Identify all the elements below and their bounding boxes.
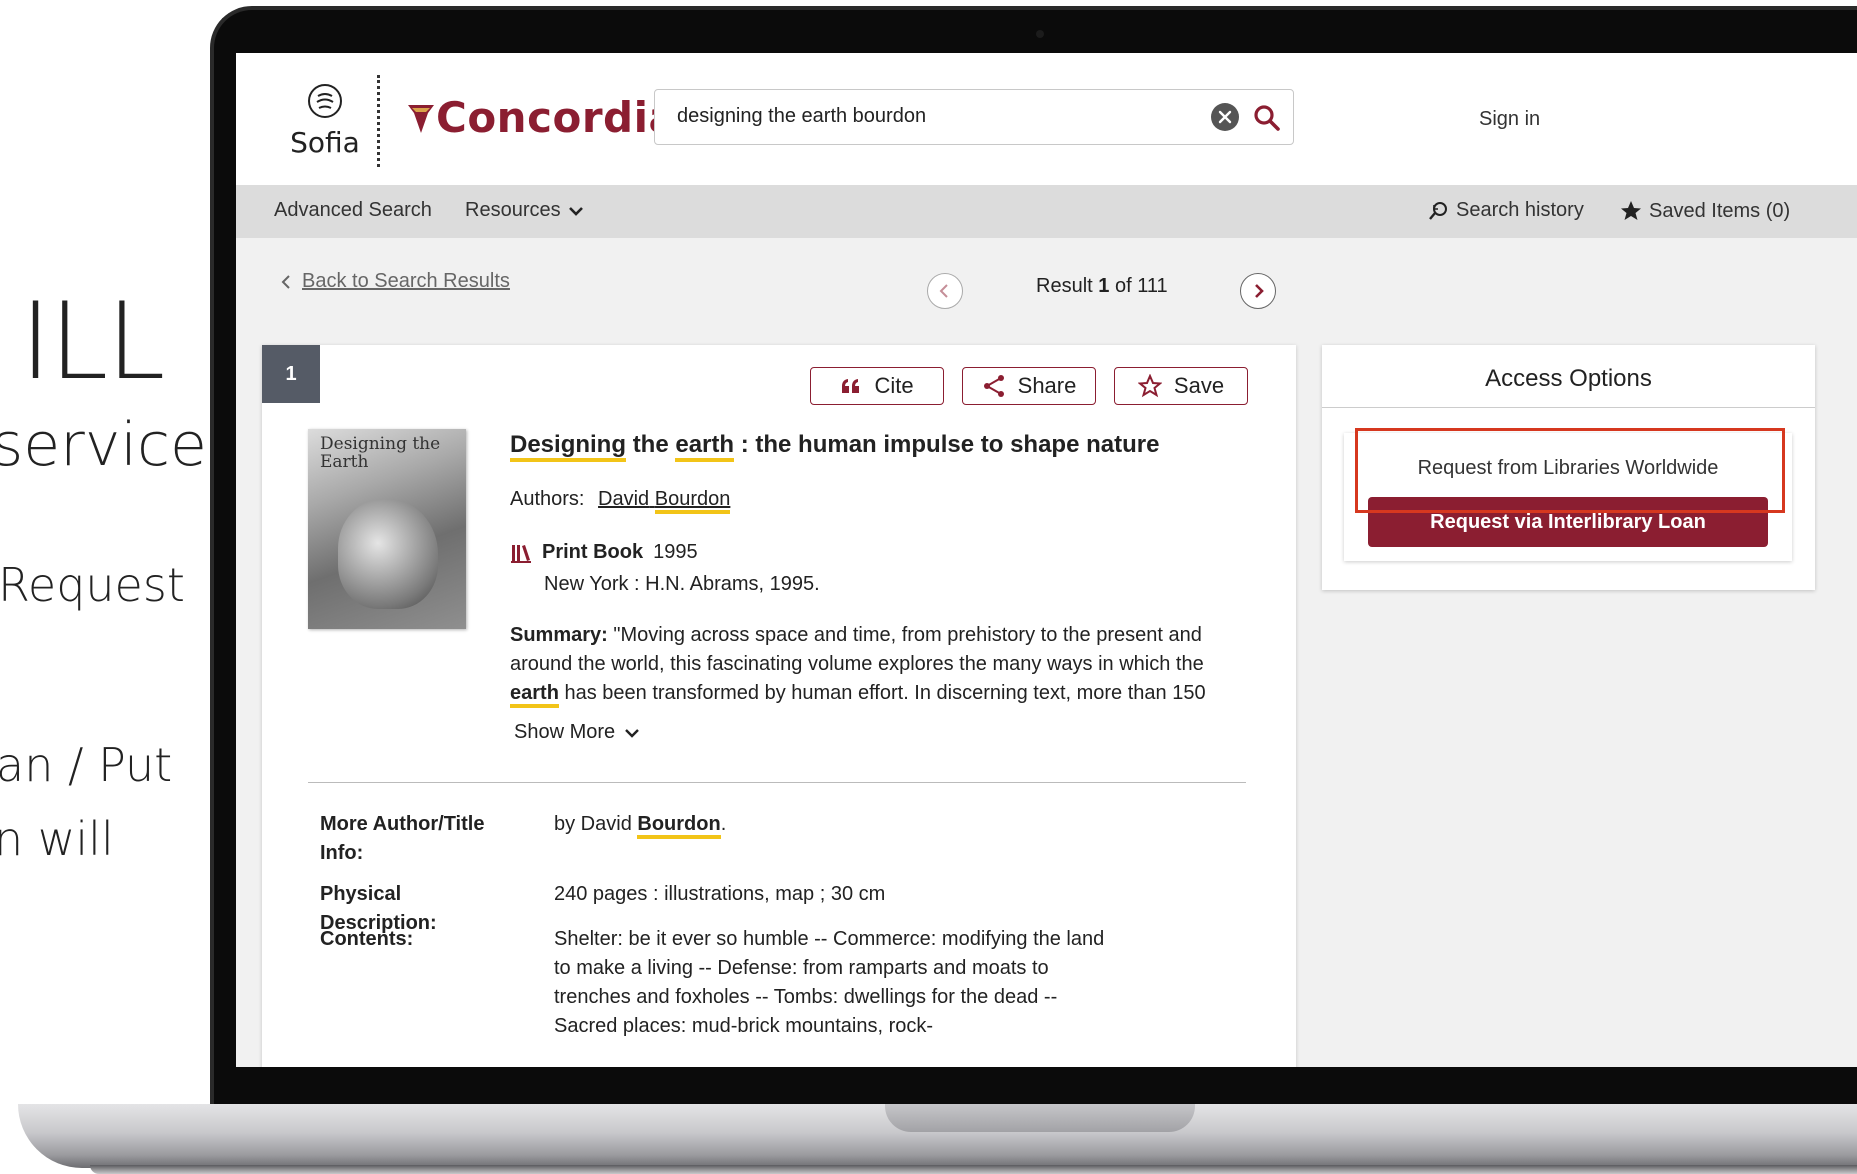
cite-button[interactable]: Cite bbox=[810, 367, 944, 405]
more-info-suffix: . bbox=[720, 813, 727, 835]
cite-label: Cite bbox=[874, 373, 914, 398]
format-label: Print Book bbox=[542, 541, 644, 563]
cover-sculpture bbox=[338, 499, 438, 609]
title-word-designing: Designing bbox=[510, 431, 627, 462]
record-index-badge: 1 bbox=[262, 345, 320, 403]
advanced-search-label: Advanced Search bbox=[274, 199, 432, 221]
title-rest: : the human impulse to shape nature bbox=[740, 431, 1160, 458]
author-first: David bbox=[598, 488, 650, 510]
authors-label: Authors: bbox=[510, 488, 585, 510]
save-label: Save bbox=[1173, 373, 1225, 398]
result-current: 1 bbox=[1098, 275, 1110, 297]
advanced-search-link[interactable]: Advanced Search bbox=[274, 199, 432, 222]
share-button[interactable]: Share bbox=[962, 367, 1096, 405]
slide-line-1: Request bbox=[0, 558, 185, 612]
cover-title: Designing the Earth bbox=[320, 434, 441, 472]
callout-highlight-box bbox=[1355, 428, 1785, 513]
access-options-title: Access Options bbox=[1485, 365, 1652, 392]
slide-subheading: service bbox=[0, 410, 207, 480]
previous-result-button[interactable] bbox=[927, 273, 963, 309]
quote-icon bbox=[842, 379, 860, 393]
chevron-left-icon bbox=[939, 284, 948, 298]
next-result-button[interactable] bbox=[1240, 273, 1276, 309]
publisher: New York : H.N. Abrams, 1995. bbox=[544, 573, 820, 595]
save-button[interactable]: Save bbox=[1114, 367, 1248, 405]
contents-label: Contents: bbox=[320, 928, 414, 950]
slide-heading: ILL bbox=[20, 280, 165, 403]
resources-menu[interactable]: Resources bbox=[465, 199, 585, 222]
share-icon bbox=[983, 375, 1004, 397]
summary-text-1: "Moving across space and time, from preh… bbox=[510, 624, 1204, 675]
history-search-icon bbox=[1429, 201, 1447, 220]
chevron-left-icon bbox=[281, 274, 290, 289]
more-info-prefix: by David bbox=[554, 813, 632, 835]
sofia-logo[interactable]: Sofia bbox=[288, 83, 362, 159]
record-title[interactable]: Designing the earth : the human impulse … bbox=[510, 431, 1160, 462]
camera-icon bbox=[1036, 30, 1044, 38]
slide-line-3: n will bbox=[0, 812, 114, 866]
logo-divider bbox=[377, 75, 380, 167]
chevron-right-icon bbox=[1255, 284, 1264, 298]
format-row: Print Book 1995 bbox=[510, 541, 698, 564]
back-to-results-link[interactable]: Back to Search Results bbox=[280, 270, 510, 293]
search-input[interactable]: designing the earth bourdon bbox=[677, 105, 926, 128]
clear-search-button[interactable] bbox=[1211, 103, 1239, 131]
chevron-down-icon bbox=[568, 206, 583, 216]
laptop-screen: Sofia Concordia designing the earth bour… bbox=[236, 53, 1857, 1067]
title-word-earth: earth bbox=[675, 431, 735, 462]
share-label: Share bbox=[1017, 373, 1077, 398]
search-button[interactable] bbox=[1251, 102, 1283, 134]
search-icon bbox=[1254, 105, 1280, 131]
more-info-value: by David Bourdon. bbox=[554, 810, 1214, 839]
summary-highlight: earth bbox=[510, 682, 559, 708]
site-header: Sofia Concordia designing the earth bour… bbox=[236, 53, 1857, 185]
book-icon bbox=[511, 544, 531, 563]
result-counter: Result 1 of 111 bbox=[1036, 275, 1168, 298]
concordia-logo[interactable]: Concordia bbox=[406, 93, 677, 142]
section-divider bbox=[308, 782, 1246, 783]
slide-line-2: an / Put bbox=[0, 738, 173, 792]
result-suffix: of 111 bbox=[1114, 275, 1168, 297]
search-box[interactable]: designing the earth bourdon bbox=[654, 89, 1294, 145]
laptop-notch bbox=[885, 1104, 1195, 1132]
saved-items-link[interactable]: Saved Items (0) bbox=[1619, 199, 1790, 223]
result-prefix: Result bbox=[1036, 275, 1093, 297]
show-more-label: Show More bbox=[514, 721, 616, 743]
sofia-label: Sofia bbox=[290, 126, 360, 159]
sign-in-link[interactable]: Sign in bbox=[1479, 108, 1540, 131]
saved-items-label: Saved Items (0) bbox=[1649, 199, 1791, 222]
brand-name: Concordia bbox=[436, 93, 678, 142]
authors-row: Authors: David Bourdon bbox=[510, 488, 731, 514]
concordia-shield-icon bbox=[408, 104, 434, 133]
nav-bar: Advanced Search Resources Search history… bbox=[236, 185, 1857, 238]
resources-label: Resources bbox=[465, 199, 561, 221]
author-last: Bourdon bbox=[654, 488, 731, 514]
summary-label: Summary: bbox=[510, 624, 608, 646]
physical-description-value: 240 pages : illustrations, map ; 30 cm bbox=[554, 883, 886, 905]
search-history-link[interactable]: Search history bbox=[1428, 199, 1584, 222]
record-card: 1 Cite Share Save Designing the Earth De… bbox=[262, 345, 1296, 1067]
search-history-label: Search history bbox=[1456, 199, 1584, 221]
show-more-button[interactable]: Show More bbox=[514, 721, 641, 744]
author-link[interactable]: David Bourdon bbox=[598, 488, 731, 514]
access-divider bbox=[1322, 407, 1815, 408]
summary: Summary: "Moving across space and time, … bbox=[510, 621, 1230, 708]
back-label: Back to Search Results bbox=[302, 270, 510, 292]
format-year: 1995 bbox=[653, 541, 698, 563]
star-icon bbox=[1621, 201, 1641, 220]
sofia-logo-icon bbox=[308, 84, 342, 118]
more-info-highlight[interactable]: Bourdon bbox=[637, 813, 721, 839]
laptop-base-shadow bbox=[90, 1165, 1857, 1174]
more-info-label: More Author/Title Info: bbox=[320, 813, 485, 864]
star-outline-icon bbox=[1137, 374, 1162, 398]
summary-text-2: has been transformed by human effort. In… bbox=[564, 682, 1206, 704]
chevron-down-icon bbox=[625, 728, 640, 738]
close-icon bbox=[1218, 110, 1232, 124]
book-cover-image[interactable]: Designing the Earth bbox=[308, 429, 466, 629]
contents-value: Shelter: be it ever so humble -- Commerc… bbox=[554, 928, 1105, 1037]
title-word-the: the bbox=[632, 431, 669, 458]
